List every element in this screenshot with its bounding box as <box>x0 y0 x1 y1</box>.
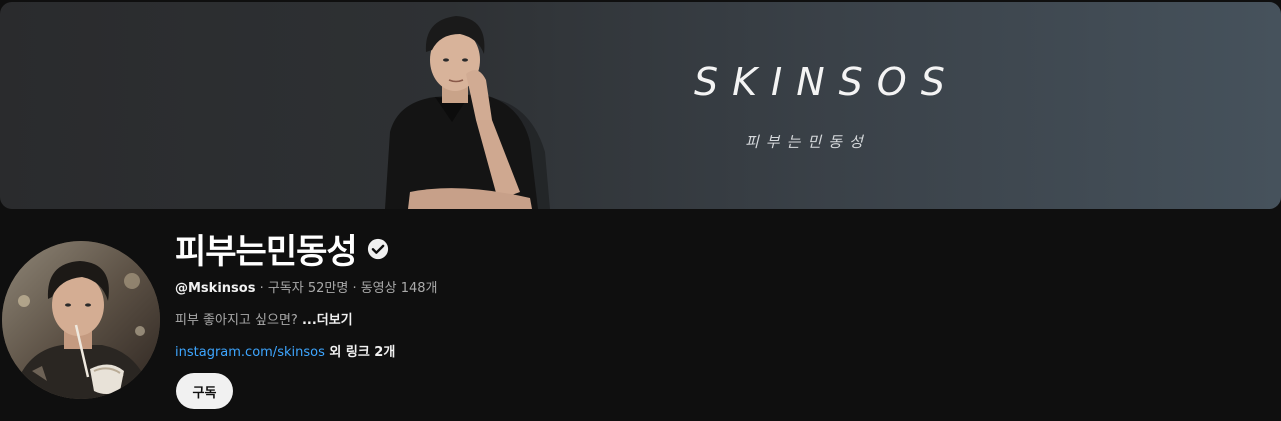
subscribe-button[interactable]: 구독 <box>176 373 233 409</box>
banner-person-image <box>385 16 550 209</box>
avatar[interactable] <box>2 241 160 399</box>
banner-title: SKINSOS <box>694 60 959 104</box>
more-button[interactable]: ...더보기 <box>302 313 353 328</box>
channel-banner: SKINSOS 피부는민동성 <box>0 2 1281 209</box>
avatar-image <box>2 241 160 399</box>
instagram-link[interactable]: instagram.com/skinsos <box>175 345 325 360</box>
channel-description[interactable]: 피부 좋아지고 싶으면? ...더보기 <box>175 309 353 328</box>
channel-links: instagram.com/skinsos 외 링크 2개 <box>175 341 395 360</box>
channel-name: 피부는민동성 <box>175 232 358 272</box>
banner-subtitle: 피부는민동성 <box>745 133 870 151</box>
verified-check-icon <box>367 238 388 259</box>
channel-handle: @Mskinsos <box>175 281 256 296</box>
channel-name-row: 피부는민동성 <box>175 224 389 273</box>
channel-page: SKINSOS 피부는민동성 피부는민동성 @Mskinsos · 구독자 52… <box>0 0 1281 421</box>
other-links-button[interactable]: 외 링크 2개 <box>325 345 395 360</box>
description-text: 피부 좋아지고 싶으면? <box>175 313 302 328</box>
channel-stats: · 구독자 52만명 · 동영상 148개 <box>255 281 438 296</box>
channel-meta: @Mskinsos · 구독자 52만명 · 동영상 148개 <box>175 277 438 296</box>
